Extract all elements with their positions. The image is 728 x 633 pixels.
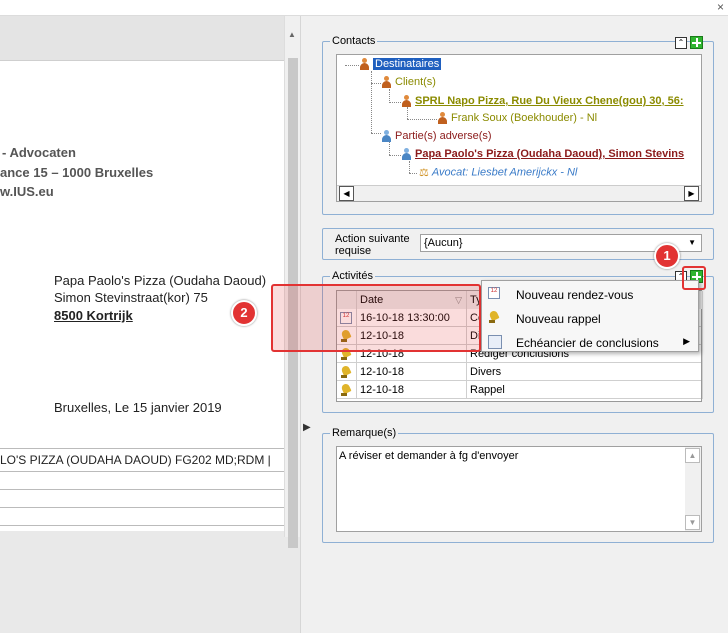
tree-node-frank-soux[interactable]: Frank Soux (Boekhouder) - Nl	[437, 112, 597, 125]
person-blue-icon	[401, 148, 412, 161]
bell-icon	[340, 384, 352, 397]
bell-icon	[488, 311, 500, 323]
submenu-arrow-icon: ▶	[683, 336, 690, 346]
callout-badge-1: 1	[654, 243, 680, 269]
firm-name: - Advocaten	[2, 145, 76, 160]
divider	[0, 489, 284, 490]
callout-badge-2: 2	[231, 300, 257, 326]
person-icon	[401, 95, 412, 108]
document-scrollbar[interactable]: ▲	[284, 16, 300, 548]
remarque-textarea[interactable]: A réviser et demander à fg d'envoyer ▲ ▼	[336, 446, 702, 532]
context-menu: 12 Nouveau rendez-vous Nouveau rappel Ec…	[481, 280, 699, 352]
menu-item-nouveau-rendez-vous[interactable]: 12 Nouveau rendez-vous	[482, 283, 698, 307]
add-contact-button[interactable]	[690, 36, 703, 49]
close-icon[interactable]: ×	[717, 0, 724, 14]
bell-icon	[340, 366, 352, 379]
collapse-icon[interactable]: ⌃	[675, 37, 687, 49]
recipient-street: Simon Stevinstraat(kor) 75	[54, 290, 208, 305]
divider	[0, 471, 284, 472]
textarea-scrollbar[interactable]: ▲ ▼	[685, 447, 701, 531]
calendar-icon: 12	[488, 287, 500, 299]
remarque-label: Remarque(s)	[330, 427, 399, 439]
callout-highlight	[682, 266, 706, 290]
splitter-arrow-icon[interactable]: ▶	[303, 422, 311, 433]
schedule-icon	[488, 335, 502, 349]
divider	[0, 525, 284, 526]
reference-line: LO'S PIZZA (OUDAHA DAOUD) FG202 MD;RDM |	[0, 453, 271, 467]
letter-date: Bruxelles, Le 15 janvier 2019	[54, 400, 222, 415]
action-suivante-label: Action suivante requise	[335, 233, 410, 257]
table-row[interactable]: 12-10-18 Rappel	[337, 381, 703, 399]
tree-node-parties-adverses[interactable]: Partie(s) adverse(s)	[381, 130, 492, 143]
firm-website: w.IUS.eu	[0, 184, 54, 199]
divider	[0, 507, 284, 508]
document-header	[0, 16, 284, 61]
recipient-name: Papa Paolo's Pizza (Oudaha Daoud)	[54, 273, 267, 288]
contacts-tree[interactable]: Destinataires Client(s) SPRL Napo Pizza,…	[336, 54, 702, 202]
scales-icon: ⚖	[419, 167, 429, 179]
tree-node-avocat[interactable]: ⚖ Avocat: Liesbet Amerijckx - Nl	[419, 166, 577, 179]
chevron-down-icon[interactable]: ▼	[688, 238, 696, 247]
tree-node-client-napo[interactable]: SPRL Napo Pizza, Rue Du Vieux Chene(gou)…	[401, 95, 684, 108]
menu-item-nouveau-rappel[interactable]: Nouveau rappel	[482, 307, 698, 331]
scroll-up-icon[interactable]: ▲	[685, 448, 700, 463]
scroll-up-icon[interactable]: ▲	[288, 30, 296, 39]
scroll-left-icon[interactable]: ◀	[339, 186, 354, 201]
tree-hscrollbar[interactable]: ◀ ▶	[337, 185, 701, 201]
scroll-right-icon[interactable]: ▶	[684, 186, 699, 201]
activites-label: Activités	[330, 270, 375, 282]
tree-node-clients[interactable]: Client(s)	[381, 76, 436, 89]
tree-node-papa-paolo[interactable]: Papa Paolo's Pizza (Oudaha Daoud), Simon…	[401, 148, 684, 161]
person-icon	[437, 112, 448, 125]
firm-address: ance 15 – 1000 Bruxelles	[0, 165, 154, 180]
person-icon	[381, 76, 392, 89]
group-icon	[359, 58, 370, 71]
table-row[interactable]: 12-10-18 Divers	[337, 363, 703, 381]
recipient-city: 8500 Kortrijk	[54, 308, 133, 323]
callout-highlight	[271, 284, 481, 352]
contacts-label: Contacts	[330, 35, 378, 47]
tree-node-destinataires[interactable]: Destinataires	[359, 58, 442, 71]
menu-item-echeancier[interactable]: Echéancier de conclusions ▶	[482, 331, 698, 355]
window-title-bar	[0, 0, 728, 16]
scroll-down-icon[interactable]: ▼	[685, 515, 700, 530]
person-blue-icon	[381, 130, 392, 143]
divider	[0, 448, 284, 449]
